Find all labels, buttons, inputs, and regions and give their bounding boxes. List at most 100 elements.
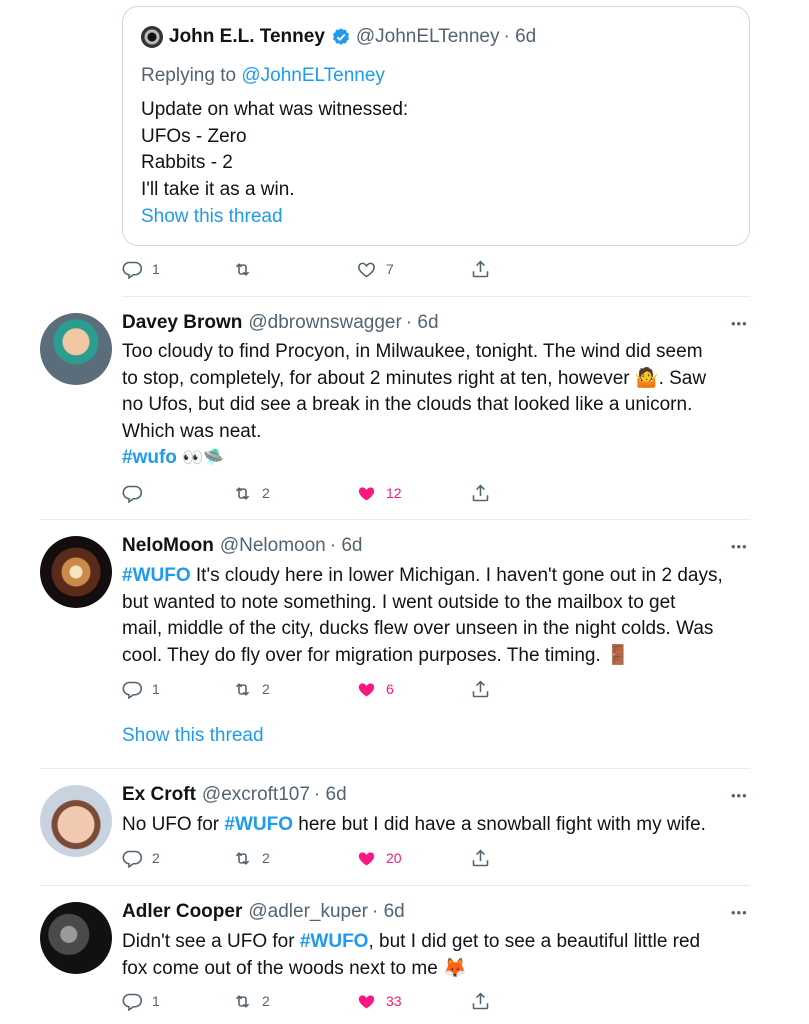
tweet-header: Davey Brown @dbrownswagger · 6d [122, 310, 439, 336]
like-button[interactable]: 12 [356, 481, 402, 505]
heart-filled-icon [358, 486, 375, 500]
retweet-icon [235, 486, 250, 500]
timestamp[interactable]: · 6d [330, 535, 363, 557]
tweet-line: mail, middle of the city, ducks flew ove… [122, 618, 714, 639]
heart-filled-icon [358, 851, 375, 865]
like-button[interactable]: 6 [356, 677, 394, 701]
reply-button[interactable]: 1 [122, 257, 160, 281]
reply-button[interactable]: 2 [122, 846, 160, 870]
quoted-tweet-header: John E.L. Tenney @JohnELTenney · 6d [141, 25, 536, 49]
author-handle[interactable]: @excroft107 [202, 784, 310, 806]
share-button[interactable] [470, 257, 491, 281]
tweet-line: Which was neat. [122, 420, 262, 442]
tweet-actions: 2 2 20 [122, 846, 502, 870]
reply-count: 1 [152, 681, 160, 697]
retweet-icon [235, 994, 250, 1008]
like-count: 33 [386, 993, 402, 1009]
replying-handle-link[interactable]: @JohnELTenney [241, 65, 385, 86]
reply-button[interactable] [122, 481, 152, 505]
tweet-line: to stop, completely, for about 2 minutes… [122, 366, 758, 393]
tweet-line: #wufo 👀🛸 [122, 445, 758, 472]
timestamp[interactable]: · 6d [314, 784, 347, 806]
reply-button[interactable]: 1 [122, 989, 160, 1013]
reply-count: 1 [152, 993, 160, 1009]
avatar[interactable] [40, 902, 112, 974]
tweet-text: Didn't see a UFO for #WUFO, but I did ge… [122, 929, 758, 982]
tweet-actions: 1 7 [122, 257, 502, 281]
tweet-actions: 1 2 6 [122, 677, 502, 701]
retweet-icon [235, 851, 250, 865]
retweet-count: 2 [262, 993, 270, 1009]
retweet-button[interactable]: 2 [232, 846, 270, 870]
hashtag-link[interactable]: #wufo [122, 447, 177, 468]
like-count: 12 [386, 485, 402, 501]
show-thread-link[interactable]: Show this thread [141, 206, 283, 228]
like-button[interactable]: 7 [356, 257, 394, 281]
tweet-actions: 2 12 [122, 481, 502, 505]
timestamp[interactable]: · 6d [406, 312, 439, 334]
author-name[interactable]: John E.L. Tenney [169, 26, 325, 48]
tweet-line-text: Didn't see a UFO for [122, 931, 300, 952]
divider [122, 296, 750, 297]
retweet-icon [235, 262, 250, 276]
reply-icon [122, 485, 143, 503]
reply-icon [122, 993, 143, 1011]
avatar[interactable] [40, 536, 112, 608]
more-options-icon[interactable]: ••• [731, 905, 748, 920]
share-icon [472, 849, 489, 866]
quoted-tweet-card[interactable]: John E.L. Tenney @JohnELTenney · 6d Repl… [122, 6, 750, 246]
author-handle[interactable]: @Nelomoon [220, 535, 326, 557]
tweet-line: but wanted to note something. I went out… [122, 591, 676, 613]
tweet-line: Didn't see a UFO for #WUFO, but I did ge… [122, 929, 758, 956]
author-handle[interactable]: @adler_kuper [248, 901, 368, 923]
share-icon [472, 484, 489, 501]
more-options-icon[interactable]: ••• [731, 539, 748, 554]
like-button[interactable]: 20 [356, 846, 402, 870]
author-name[interactable]: Ex Croft [122, 784, 196, 806]
reply-icon [122, 261, 143, 279]
hashtag-link[interactable]: #WUFO [122, 565, 191, 586]
hashtag-link[interactable]: #WUFO [300, 931, 369, 952]
tweet-line: fox come out of the woods next to me 🦊 [122, 957, 467, 979]
heart-filled-icon [358, 682, 375, 696]
avatar[interactable] [141, 26, 163, 48]
reply-button[interactable]: 1 [122, 677, 160, 701]
like-button[interactable]: 33 [356, 989, 402, 1013]
tweet-line-text: It's cloudy here in lower Michigan. I ha… [190, 565, 723, 586]
retweet-button[interactable]: 2 [232, 677, 270, 701]
author-name[interactable]: Adler Cooper [122, 901, 242, 923]
share-button[interactable] [470, 846, 491, 870]
share-button[interactable] [470, 677, 491, 701]
share-button[interactable] [470, 481, 491, 505]
retweet-button[interactable] [232, 257, 262, 281]
retweet-count: 2 [262, 681, 270, 697]
like-count: 20 [386, 850, 402, 866]
tweet-line: No UFO for #WUFO here but I did have a s… [122, 812, 758, 839]
more-options-icon[interactable]: ••• [731, 316, 748, 331]
show-thread-link[interactable]: Show this thread [122, 725, 264, 747]
tweet-line: Update on what was witnessed: [141, 99, 409, 120]
tweet-line-tail: 🤷. Saw [634, 367, 707, 389]
reply-icon [122, 850, 143, 868]
retweet-icon [235, 682, 250, 696]
retweet-button[interactable]: 2 [232, 989, 270, 1013]
avatar[interactable] [40, 313, 112, 385]
divider [40, 768, 750, 769]
share-button[interactable] [470, 989, 491, 1013]
author-handle[interactable]: @dbrownswagger [248, 312, 401, 334]
tweet-line: Rabbits - 2 [141, 152, 233, 173]
timestamp[interactable]: · 6d [503, 26, 536, 48]
tweet-line: no Ufos, but did see a break in the clou… [122, 394, 693, 415]
reply-icon [122, 681, 143, 699]
divider [40, 885, 750, 886]
author-name[interactable]: Davey Brown [122, 312, 242, 334]
like-count: 6 [386, 681, 394, 697]
more-options-icon[interactable]: ••• [731, 788, 748, 803]
avatar[interactable] [40, 785, 112, 857]
hashtag-link[interactable]: #WUFO [224, 814, 293, 835]
author-name[interactable]: NeloMoon [122, 535, 214, 557]
retweet-button[interactable]: 2 [232, 481, 270, 505]
author-handle[interactable]: @JohnELTenney [356, 26, 500, 48]
share-icon [472, 260, 489, 277]
timestamp[interactable]: · 6d [372, 901, 405, 923]
